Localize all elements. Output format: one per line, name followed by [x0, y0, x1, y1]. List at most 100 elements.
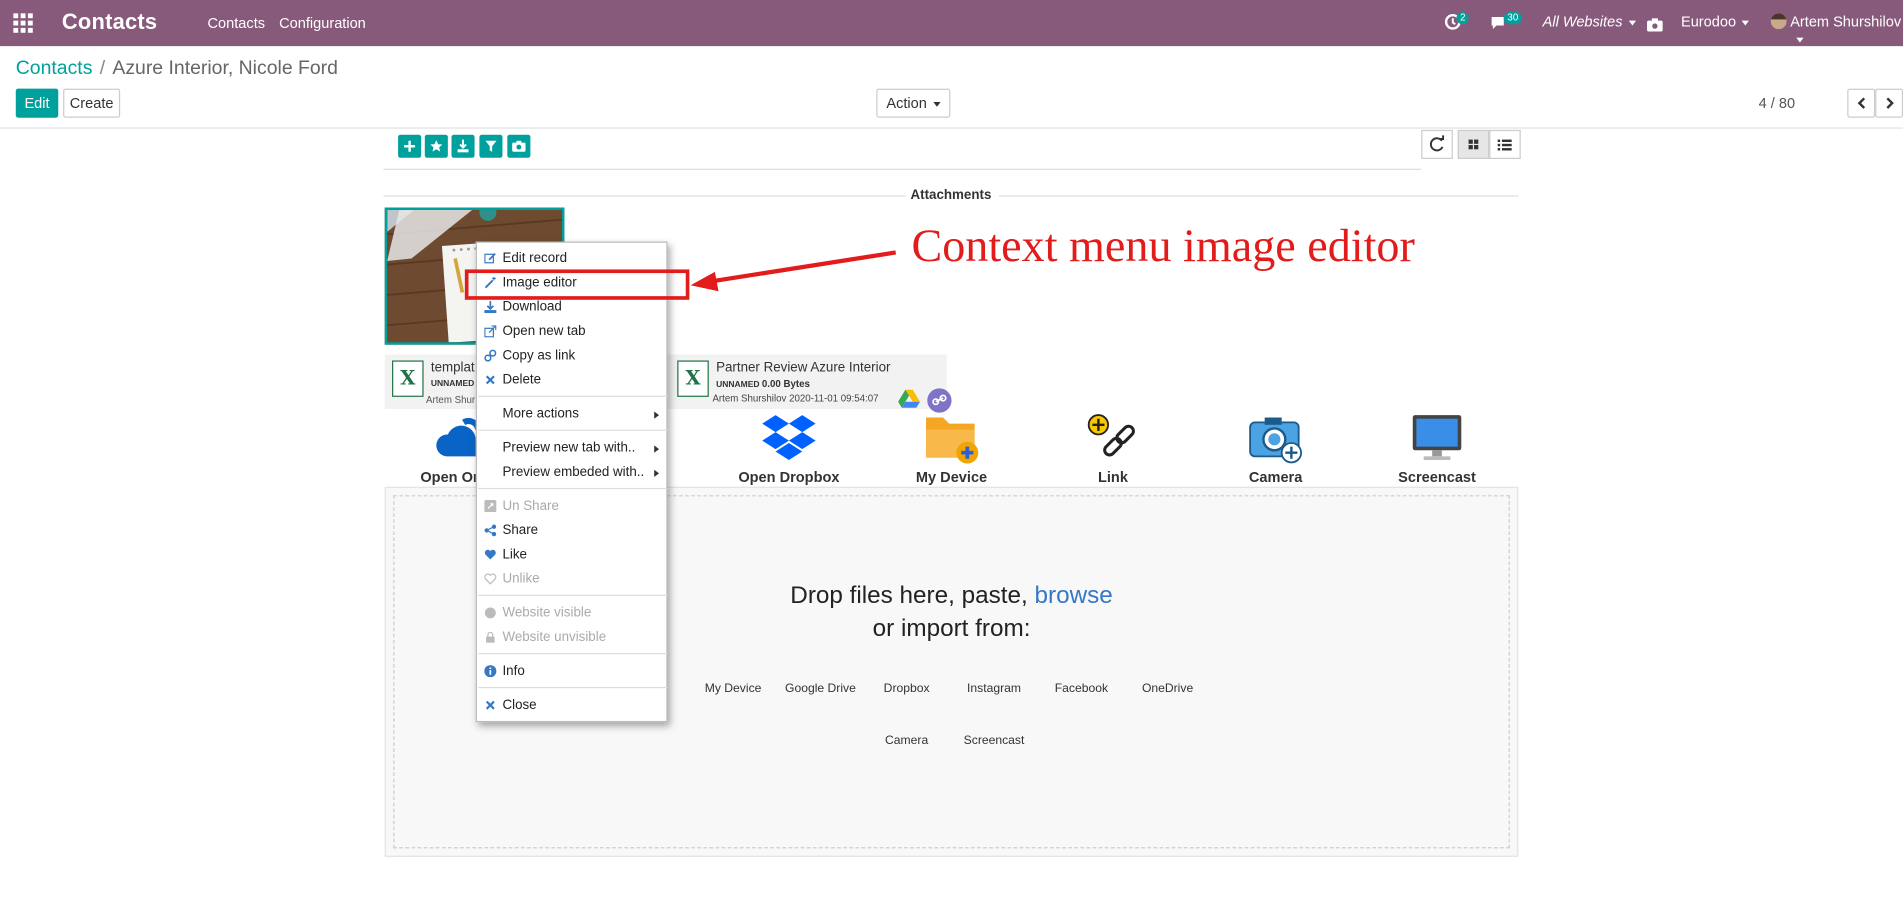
list-view-button[interactable] — [1489, 129, 1521, 159]
dropbox-icon — [762, 415, 816, 460]
action-dropdown[interactable]: Action — [876, 88, 951, 118]
add-attachment-button[interactable] — [398, 134, 422, 158]
link-badge-icon[interactable] — [927, 388, 952, 413]
import-screencast[interactable]: Screencast — [952, 734, 1037, 747]
file-name: templat — [430, 360, 475, 376]
import-instagram[interactable]: Instagram — [952, 682, 1037, 695]
refresh-button[interactable] — [1421, 129, 1453, 159]
action-label: Action — [886, 94, 927, 112]
menu-separator — [478, 686, 668, 689]
import-facebook[interactable]: Facebook — [1039, 682, 1124, 695]
lock-icon — [486, 631, 495, 643]
app-title: Contacts — [61, 9, 158, 34]
annotation-arrow — [690, 250, 897, 292]
import-camera[interactable]: Camera — [864, 734, 949, 747]
submenu-arrow-icon — [654, 469, 660, 477]
menu-configuration[interactable]: Configuration — [279, 15, 366, 32]
edit-button[interactable]: Edit — [15, 88, 59, 118]
menu-separator — [478, 652, 668, 655]
kanban-view-button[interactable] — [1457, 129, 1490, 159]
attachments-title: Attachments — [910, 188, 992, 203]
breadcrumb-separator: / — [99, 58, 106, 79]
breadcrumb-contacts[interactable]: Contacts — [16, 58, 93, 79]
create-button[interactable]: Create — [63, 88, 121, 118]
breadcrumb: Contacts / Azure Interior, Nicole Ford — [16, 58, 338, 80]
activity-icon[interactable]: 2 — [1444, 12, 1470, 30]
folder-plus-icon — [926, 417, 979, 464]
share-alt-icon — [484, 524, 497, 537]
website-label: All Websites — [1542, 13, 1623, 31]
breadcrumb-current: Azure Interior, Nicole Ford — [112, 58, 338, 79]
favorite-button[interactable] — [424, 134, 448, 158]
menu-item-copy-as-link[interactable]: Copy as link — [477, 343, 666, 367]
menu-item-like[interactable]: Like — [477, 543, 666, 567]
chevron-left-icon — [1857, 97, 1865, 109]
menu-item-website-visible: Website visible — [477, 601, 666, 625]
menu-item-preview-embeded[interactable]: Preview embeded with.. — [477, 460, 666, 484]
menu-item-website-unvisible: Website unvisible — [477, 625, 666, 649]
menu-item-more-actions[interactable]: More actions — [477, 402, 666, 426]
pager-next-button[interactable] — [1875, 88, 1903, 118]
website-switcher[interactable]: All Websites — [1543, 13, 1636, 30]
share-square-icon — [484, 500, 497, 513]
source-label: Camera — [1248, 468, 1303, 486]
filter-button[interactable] — [479, 134, 503, 158]
menu-item-delete[interactable]: Delete — [477, 368, 666, 392]
import-google-drive[interactable]: Google Drive — [778, 682, 863, 695]
star-icon — [430, 140, 443, 152]
snapshot-button[interactable] — [507, 134, 531, 158]
pager-prev-button[interactable] — [1847, 88, 1876, 118]
file-meta: Artem Shurshilov 2020-11-01 09:54:07 — [712, 393, 879, 405]
excel-file-icon: X — [677, 360, 709, 397]
times-icon — [485, 375, 495, 385]
messages-icon[interactable]: 30 — [1490, 12, 1522, 31]
menu-separator — [478, 487, 668, 490]
top-navbar: Contacts Contacts Configuration 2 30 All… — [0, 0, 1903, 47]
activity-badge: 2 — [1456, 12, 1470, 25]
menu-contacts[interactable]: Contacts — [208, 15, 265, 32]
menu-item-info[interactable]: Info — [477, 659, 666, 683]
import-onedrive[interactable]: OneDrive — [1125, 682, 1210, 695]
monitor-icon — [1412, 415, 1462, 460]
user-menu[interactable]: Artem Shurshilov — [1790, 13, 1903, 47]
source-screencast[interactable]: Screencast — [1370, 413, 1504, 485]
file-card[interactable]: X Partner Review Azure Interior UNNAMED … — [667, 354, 952, 413]
menu-item-open-new-tab[interactable]: Open new tab — [477, 319, 666, 343]
messages-badge: 30 — [1503, 12, 1522, 25]
link-icon — [1087, 414, 1135, 457]
external-link-icon — [484, 325, 497, 338]
heart-outline-icon — [484, 573, 497, 585]
download-all-button[interactable] — [451, 134, 475, 158]
avatar[interactable] — [1770, 13, 1787, 30]
source-label: My Device — [915, 468, 988, 486]
heart-icon — [484, 549, 496, 560]
file-tag: UNNAMED 0.00 Bytes — [716, 378, 810, 390]
plus-icon — [404, 140, 416, 152]
file-card[interactable]: X templat UNNAMED Artem Shur — [384, 354, 482, 410]
browse-link[interactable]: browse — [1035, 583, 1113, 610]
source-dropbox[interactable]: Open Dropbox — [722, 413, 856, 485]
globe-icon — [484, 607, 496, 619]
menu-item-preview-new-tab[interactable]: Preview new tab with.. — [477, 436, 666, 460]
menu-item-close[interactable]: Close — [477, 693, 666, 717]
annotation-label: Context menu image editor — [911, 220, 1415, 272]
camera-icon[interactable] — [1646, 16, 1664, 32]
source-link[interactable]: Link — [1046, 413, 1180, 485]
menu-item-un-share: Un Share — [477, 494, 666, 518]
dropzone-line1: Drop files here, paste, — [790, 582, 1028, 610]
menu-item-share[interactable]: Share — [477, 518, 666, 542]
filter-icon — [485, 140, 497, 152]
import-dropbox[interactable]: Dropbox — [864, 682, 949, 695]
pager-value: 4 / 80 — [1758, 94, 1796, 112]
company-switcher[interactable]: Eurodoo — [1680, 13, 1750, 31]
control-panel-divider — [0, 127, 1903, 129]
source-my-device[interactable]: My Device — [885, 413, 1019, 486]
company-label: Eurodoo — [1680, 13, 1737, 31]
google-drive-icon[interactable] — [898, 389, 920, 409]
menu-item-edit-record[interactable]: Edit record — [477, 246, 666, 270]
edit-icon — [484, 253, 496, 264]
apps-menu-icon[interactable] — [13, 13, 33, 33]
source-camera[interactable]: Camera — [1209, 413, 1343, 486]
file-tag: UNNAMED — [430, 379, 475, 389]
import-my-device[interactable]: My Device — [691, 682, 776, 695]
